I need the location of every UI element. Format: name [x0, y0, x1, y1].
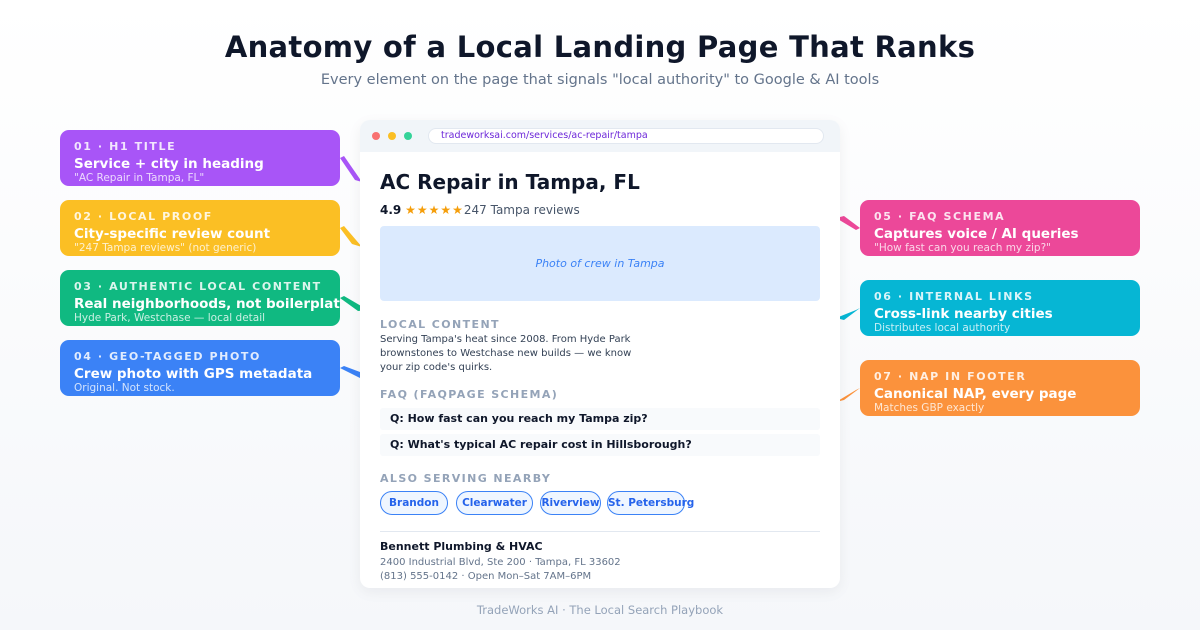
rating-row: 4.9 ★★★★★247 Tampa reviews [380, 203, 580, 217]
nap-address: 2400 Industrial Blvd, Ste 200 · Tampa, F… [380, 557, 621, 568]
faq-label: FAQ (FAQPAGE SCHEMA) [380, 388, 559, 401]
url-bar[interactable]: tradeworksai.com/services/ac-repair/tamp… [428, 128, 824, 144]
nap-phone-hours: (813) 555-0142 · Open Mon–Sat 7AM–6PM [380, 571, 592, 582]
local-content-line: your zip code's quirks. [380, 362, 493, 373]
minimize-dot-icon[interactable] [388, 132, 396, 140]
nap-business-name: Bennett Plumbing & HVAC [380, 540, 543, 553]
city-link-st-petersburg[interactable]: St. Petersburg [607, 491, 694, 515]
crew-photo: Photo of crew in Tampa [380, 226, 820, 301]
local-content-line: Serving Tampa's heat since 2008. From Hy… [380, 334, 631, 345]
maximize-dot-icon[interactable] [404, 132, 412, 140]
close-dot-icon[interactable] [372, 132, 380, 140]
nearby-label: ALSO SERVING NEARBY [380, 472, 552, 485]
page-h1: AC Repair in Tampa, FL [380, 170, 640, 194]
footer-divider [380, 531, 820, 532]
city-link-clearwater[interactable]: Clearwater [456, 491, 533, 515]
rating-value: 4.9 [380, 203, 402, 217]
faq-item[interactable]: Q: How fast can you reach my Tampa zip? [380, 408, 820, 430]
local-content-line: brownstones to Westchase new builds — we… [380, 348, 632, 359]
photo-caption: Photo of crew in Tampa [535, 257, 665, 270]
star-rating-icon: ★★★★★ [405, 203, 464, 217]
pointer-02 [340, 226, 362, 247]
footer-credit: TradeWorks AI · The Local Search Playboo… [476, 603, 724, 617]
local-content-text: Serving Tampa's heat since 2008. From Hy… [380, 333, 650, 375]
review-count: 247 Tampa reviews [463, 203, 580, 217]
faq-item[interactable]: Q: What's typical AC repair cost in Hill… [380, 434, 820, 456]
browser-window: tradeworksai.com/services/ac-repair/tamp… [360, 120, 840, 588]
city-link-riverview[interactable]: Riverview [540, 491, 601, 515]
local-content-label: LOCAL CONTENT [380, 318, 500, 331]
pointer-01 [340, 156, 362, 182]
city-link-brandon[interactable]: Brandon [380, 491, 448, 515]
browser-toolbar: tradeworksai.com/services/ac-repair/tamp… [360, 120, 840, 152]
